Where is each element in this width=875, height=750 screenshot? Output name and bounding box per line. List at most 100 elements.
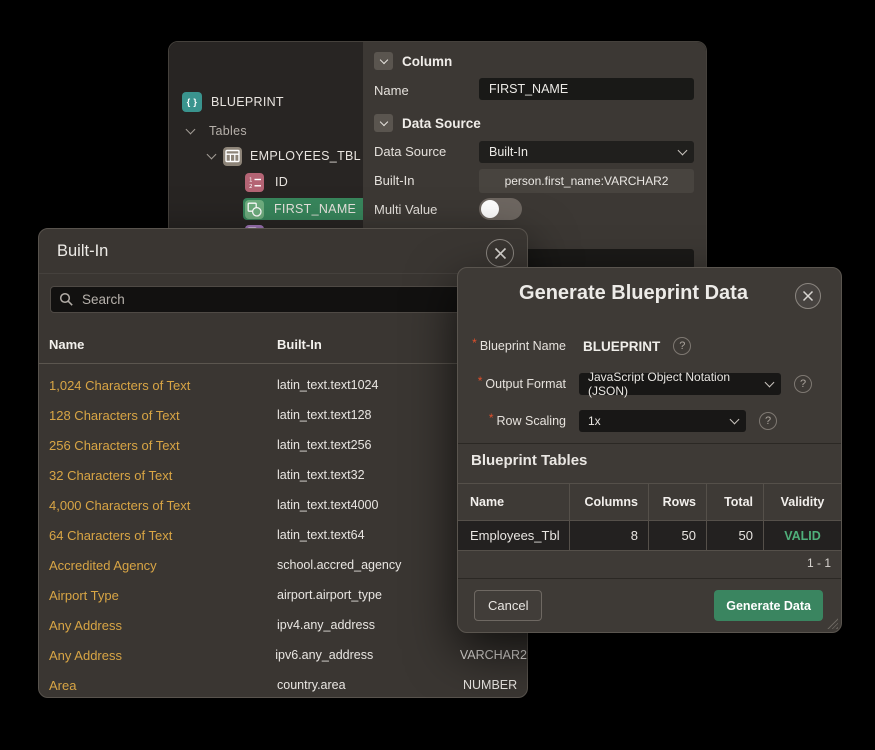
numbered-list-icon: 12 bbox=[245, 173, 264, 192]
builtin-name[interactable]: 128 Characters of Text bbox=[49, 408, 277, 423]
tree-node-label: FIRST_NAME bbox=[274, 202, 356, 216]
dialog-title: Generate Blueprint Data bbox=[466, 282, 801, 305]
generate-data-button[interactable]: Generate Data bbox=[714, 590, 823, 621]
builtin-name[interactable]: Area bbox=[49, 678, 277, 693]
column-header: Name bbox=[458, 484, 569, 520]
help-icon[interactable]: ? bbox=[759, 412, 777, 430]
data-source-value: Built-In bbox=[489, 145, 528, 159]
builtin-row[interactable]: 256 Characters of Text latin_text.text25… bbox=[39, 430, 527, 460]
tree-node-label: BLUEPRINT bbox=[211, 95, 284, 109]
column-header: Validity bbox=[763, 484, 841, 520]
column-header-builtin: Built-In bbox=[277, 337, 322, 352]
svg-text:1: 1 bbox=[249, 177, 253, 183]
chevron-down-icon bbox=[186, 125, 196, 135]
cell-columns: 8 bbox=[569, 521, 648, 550]
section-data-source: Data Source bbox=[374, 114, 481, 132]
output-format-select[interactable]: JavaScript Object Notation (JSON) bbox=[579, 373, 781, 395]
blueprint-tables-section-title: Blueprint Tables bbox=[471, 452, 587, 469]
builtin-row[interactable]: Area country.area NUMBER bbox=[39, 670, 527, 700]
blueprint-name-row: *Blueprint Name BLUEPRINT ? bbox=[458, 334, 691, 358]
multi-value-label: Multi Value bbox=[374, 202, 437, 217]
search-box[interactable] bbox=[50, 286, 518, 313]
name-label: Name bbox=[374, 83, 409, 98]
section-title: Data Source bbox=[402, 116, 481, 131]
builtin-row[interactable]: Any Address ipv4.any_address bbox=[39, 610, 527, 640]
required-marker: * bbox=[478, 374, 483, 388]
builtin-code: latin_text.text128 bbox=[277, 408, 463, 422]
collapse-button[interactable] bbox=[374, 114, 393, 132]
name-input[interactable]: FIRST_NAME bbox=[479, 78, 694, 100]
builtin-row[interactable]: 64 Characters of Text latin_text.text64 bbox=[39, 520, 527, 550]
builtin-code: ipv4.any_address bbox=[277, 618, 463, 632]
cancel-button[interactable]: Cancel bbox=[474, 590, 542, 621]
builtin-code: latin_text.text32 bbox=[277, 468, 463, 482]
builtin-label: Built-In bbox=[374, 173, 414, 188]
resize-handle[interactable] bbox=[827, 618, 838, 629]
help-icon[interactable]: ? bbox=[673, 337, 691, 355]
chevron-down-icon bbox=[379, 118, 387, 126]
collapse-button[interactable] bbox=[374, 52, 393, 70]
toggle-knob bbox=[481, 200, 499, 218]
builtin-row[interactable]: Any Address ipv6.any_address VARCHAR2 bbox=[39, 640, 527, 670]
chevron-down-icon bbox=[207, 150, 217, 160]
divider bbox=[39, 363, 527, 364]
column-header: Total bbox=[706, 484, 763, 520]
builtin-name[interactable]: 1,024 Characters of Text bbox=[49, 378, 277, 393]
cell-name: Employees_Tbl bbox=[458, 521, 569, 550]
tree-node-label: Tables bbox=[209, 124, 247, 138]
builtin-name[interactable]: 64 Characters of Text bbox=[49, 528, 277, 543]
tree-node-tables[interactable]: Tables bbox=[187, 121, 247, 141]
cell-rows: 50 bbox=[648, 521, 706, 550]
builtin-row[interactable]: 32 Characters of Text latin_text.text32 bbox=[39, 460, 527, 490]
builtin-name[interactable]: 32 Characters of Text bbox=[49, 468, 277, 483]
section-column: Column bbox=[374, 52, 452, 70]
builtin-name[interactable]: 256 Characters of Text bbox=[49, 438, 277, 453]
validity-badge: VALID bbox=[763, 521, 841, 550]
builtin-table-header: Name Built-In bbox=[39, 337, 527, 352]
builtin-row[interactable]: 4,000 Characters of Text latin_text.text… bbox=[39, 490, 527, 520]
help-icon[interactable]: ? bbox=[794, 375, 812, 393]
builtin-code: school.accred_agency bbox=[277, 558, 463, 572]
builtin-name[interactable]: Accredited Agency bbox=[49, 558, 277, 573]
row-scaling-row: *Row Scaling 1x ? bbox=[458, 409, 777, 433]
builtin-datatype: VARCHAR2 bbox=[460, 648, 527, 662]
search-input[interactable] bbox=[82, 292, 462, 307]
builtin-picker-field[interactable]: person.first_name:VARCHAR2 bbox=[479, 169, 694, 193]
builtin-row[interactable]: Accredited Agency school.accred_agency bbox=[39, 550, 527, 580]
tree-node-employees-tbl[interactable]: EMPLOYEES_TBL bbox=[208, 146, 361, 166]
builtin-row[interactable]: 1,024 Characters of Text latin_text.text… bbox=[39, 370, 527, 400]
builtin-name[interactable]: 4,000 Characters of Text bbox=[49, 498, 277, 513]
tree-node-first-name-selected[interactable]: FIRST_NAME bbox=[243, 198, 368, 220]
tree-node-label: EMPLOYEES_TBL bbox=[250, 149, 361, 163]
builtin-name[interactable]: Airport Type bbox=[49, 588, 277, 603]
blueprint-tables-table: Name Columns Rows Total Validity Employe… bbox=[458, 483, 841, 551]
output-format-value: JavaScript Object Notation (JSON) bbox=[588, 370, 766, 398]
close-icon[interactable] bbox=[486, 239, 514, 267]
builtin-picker-dialog: Built-In Name Built-In 1,024 Characters … bbox=[38, 228, 528, 698]
builtin-name[interactable]: Any Address bbox=[49, 648, 275, 663]
divider bbox=[39, 273, 527, 274]
builtin-row[interactable]: 128 Characters of Text latin_text.text12… bbox=[39, 400, 527, 430]
row-scaling-value: 1x bbox=[588, 414, 601, 428]
builtin-name[interactable]: Any Address bbox=[49, 618, 277, 633]
column-shape-icon bbox=[245, 200, 264, 219]
multi-value-toggle[interactable] bbox=[479, 198, 522, 220]
desktop: { } BLUEPRINT Tables EMPLOYEES_TBL 12 ID bbox=[0, 0, 875, 750]
builtin-row[interactable]: Airport Type airport.airport_type bbox=[39, 580, 527, 610]
table-header-row: Name Columns Rows Total Validity bbox=[458, 483, 841, 521]
data-source-select[interactable]: Built-In bbox=[479, 141, 694, 163]
row-scaling-select[interactable]: 1x bbox=[579, 410, 746, 432]
braces-icon: { } bbox=[182, 92, 202, 112]
builtin-code: latin_text.text4000 bbox=[277, 498, 463, 512]
close-icon[interactable] bbox=[795, 283, 821, 309]
cell-total: 50 bbox=[706, 521, 763, 550]
svg-text:2: 2 bbox=[249, 184, 253, 189]
builtin-datatype: NUMBER bbox=[463, 678, 517, 692]
tree-node-id[interactable]: 12 ID bbox=[245, 172, 288, 192]
table-icon bbox=[223, 147, 242, 166]
output-format-row: *Output Format JavaScript Object Notatio… bbox=[458, 372, 812, 396]
tree-node-blueprint[interactable]: { } BLUEPRINT bbox=[182, 92, 284, 112]
chevron-down-icon bbox=[379, 56, 387, 64]
chevron-down-icon bbox=[730, 415, 740, 425]
builtin-code: latin_text.text1024 bbox=[277, 378, 463, 392]
